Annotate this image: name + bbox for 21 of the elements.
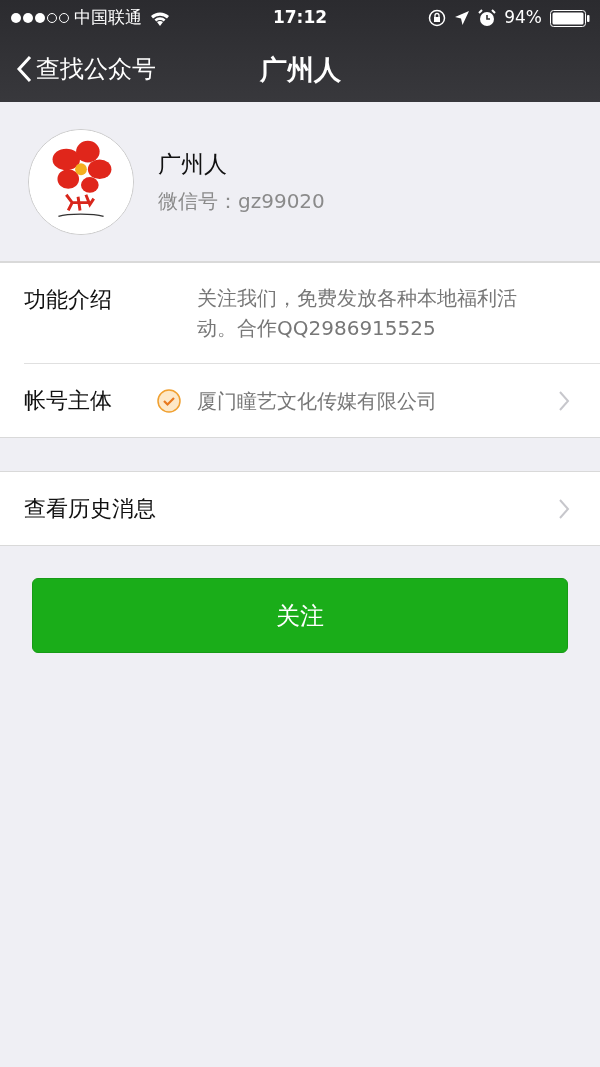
row-label: 帐号主体: [24, 387, 113, 415]
back-chevron-icon: [16, 55, 32, 83]
account-name: 广州人: [158, 150, 228, 180]
battery-percent: 94%: [504, 6, 542, 30]
row-value: 厦门瞳艺文化传媒有限公司: [197, 387, 438, 415]
signal-icon: [10, 12, 70, 24]
back-button[interactable]: 查找公众号: [0, 50, 162, 88]
clock-time: 17:12: [272, 6, 328, 30]
wifi-icon: [150, 10, 170, 26]
carrier-name: 中国联通: [74, 6, 142, 30]
rotation-lock-icon: [428, 9, 447, 27]
history-label: 查看历史消息: [24, 495, 157, 523]
alarm-icon: [478, 9, 497, 27]
page-title: 广州人: [259, 53, 341, 87]
row-label: 功能介绍: [24, 286, 113, 314]
row-value: 关注我们，免费发放各种本地福利活动。合作QQ2986915525: [197, 285, 518, 342]
info-row[interactable]: 帐号主体 厦门瞳艺文化传媒有限公司: [24, 363, 600, 437]
wechat-id: 微信号：gz99020: [158, 187, 325, 215]
battery-icon: [550, 9, 590, 27]
chevron-icon: [558, 497, 570, 520]
location-arrow-icon: [454, 10, 471, 26]
